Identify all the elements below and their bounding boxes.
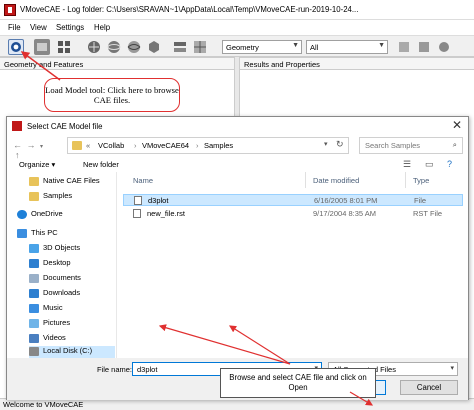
annotation-arrows bbox=[20, 51, 374, 406]
arrow-to-load-model bbox=[20, 51, 61, 81]
arrow-to-open bbox=[349, 391, 374, 406]
arrow-to-file-name bbox=[158, 324, 291, 365]
arrow-to-file-row bbox=[228, 325, 291, 365]
